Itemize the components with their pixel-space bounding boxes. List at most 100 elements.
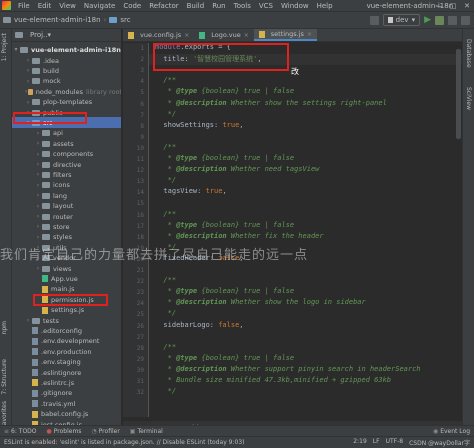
tree-item-utils[interactable]: › utils — [12, 242, 121, 253]
tree-item-layout[interactable]: › layout — [12, 201, 121, 212]
tree-item-styles[interactable]: › styles — [12, 232, 121, 243]
tree-item-src[interactable]: ▾ src — [12, 117, 121, 129]
debug-icon[interactable] — [435, 15, 444, 25]
code-line[interactable]: * @description Whether fix the header — [155, 232, 324, 243]
tree-item-gitignore[interactable]: .gitignore — [12, 388, 121, 399]
code-line[interactable]: */ — [155, 176, 176, 187]
tree-root[interactable]: ▾ vue-element-admin-i18n — [12, 44, 121, 55]
code-area[interactable]: module.exports = { title: '智慧校园管理系统', /*… — [155, 43, 455, 417]
project-view-select[interactable]: Proj..▾ — [30, 31, 51, 39]
tree-item-tests[interactable]: › tests — [12, 315, 121, 326]
tree-item-editorconfig[interactable]: .editorconfig — [12, 325, 121, 336]
tree-item-icons[interactable]: › icons — [12, 180, 121, 191]
code-line[interactable]: */ — [155, 309, 176, 320]
tree-item-public[interactable]: › public — [12, 107, 121, 118]
menu-vcs[interactable]: VCS — [255, 2, 277, 10]
menu-refactor[interactable]: Refactor — [145, 2, 182, 10]
tree-item-settings-js[interactable]: settings.js — [12, 305, 121, 316]
tree-item-store[interactable]: › store — [12, 221, 121, 232]
menu-file[interactable]: File — [14, 2, 34, 10]
menu-code[interactable]: Code — [119, 2, 145, 10]
menu-run[interactable]: Run — [208, 2, 229, 10]
code-line[interactable]: * @type {boolean} true | false — [155, 87, 294, 98]
tree-item-node-modules[interactable]: › node_modules library root — [12, 86, 121, 97]
code-line[interactable]: * @description Whether need tagsView — [155, 165, 320, 176]
npm-tool-tab[interactable]: npm — [1, 321, 8, 334]
editor-tab-logo-vue[interactable]: Logo.vue × — [194, 29, 254, 41]
tree-item-idea[interactable]: › .idea — [12, 55, 121, 66]
tree-item-vendor[interactable]: › vendor — [12, 253, 121, 264]
tree-item-travis-yml[interactable]: .travis.yml — [12, 398, 121, 409]
profiler-tool-button[interactable]: ◔ Profiler — [91, 428, 119, 435]
tree-item-eslintignore[interactable]: .eslintignore — [12, 367, 121, 378]
tree-item-views[interactable]: › views — [12, 263, 121, 274]
menu-build[interactable]: Build — [183, 2, 209, 10]
code-line[interactable]: * Bundle size minified 47.3kb,minified +… — [155, 376, 391, 387]
code-line[interactable]: * @type {boolean} true | false — [155, 287, 294, 298]
code-line[interactable]: * @type {boolean} true | false — [155, 354, 294, 365]
code-line[interactable]: /** — [155, 210, 176, 221]
tree-item-babel-config-js[interactable]: babel.config.js — [12, 409, 121, 420]
hammer-icon[interactable] — [369, 15, 379, 25]
tree-item-main-js[interactable]: main.js — [12, 284, 121, 295]
menu-window[interactable]: Window — [277, 2, 313, 10]
menu-view[interactable]: View — [55, 2, 80, 10]
code-line[interactable]: /** — [155, 76, 176, 87]
tree-item-env-staging[interactable]: .env.staging — [12, 357, 121, 368]
tree-item-api[interactable]: › api — [12, 128, 121, 139]
tree-item-plop-templates[interactable]: › plop-templates — [12, 97, 121, 108]
tree-item-filters[interactable]: › filters — [12, 169, 121, 180]
editor-tab-vue-config-js[interactable]: vue.config.js × — [123, 29, 194, 41]
todo-tool-button[interactable]: ≡ 6: TODO — [4, 428, 37, 435]
menu-edit[interactable]: Edit — [34, 2, 56, 10]
coverage-icon[interactable] — [448, 15, 457, 25]
menu-tools[interactable]: Tools — [230, 2, 255, 10]
status-message[interactable]: ESLint is enabled: 'eslint' is listed in… — [4, 439, 244, 446]
project-tool-tab[interactable]: 1: Project — [1, 33, 8, 61]
code-line[interactable]: tagsView: true, — [155, 187, 226, 198]
tree-item-components[interactable]: › components — [12, 149, 121, 160]
code-line[interactable]: /** — [155, 343, 176, 354]
line-separator[interactable]: LF — [373, 438, 380, 447]
code-line[interactable]: module.exports = { — [155, 43, 231, 54]
breadcrumb-project[interactable]: vue-element-admin-i18n — [0, 16, 104, 24]
database-tool-tab[interactable]: Database — [465, 39, 472, 68]
tree-item-lang[interactable]: › lang — [12, 190, 121, 201]
tree-item-permission-js[interactable]: permission.js — [12, 294, 121, 305]
close-icon[interactable]: × — [184, 32, 189, 39]
minimize-button[interactable]: — — [432, 0, 446, 12]
code-line[interactable]: /** — [155, 143, 176, 154]
menu-help[interactable]: Help — [313, 2, 337, 10]
tree-item-build[interactable]: › build — [12, 65, 121, 76]
event-log-button[interactable]: ◉ Event Log — [433, 428, 470, 435]
sciview-tool-tab[interactable]: SciView — [465, 87, 472, 110]
maximize-button[interactable]: □ — [446, 0, 460, 12]
code-line[interactable]: */ — [155, 387, 176, 398]
code-line[interactable]: fixedHeader: false, — [155, 254, 243, 265]
close-button[interactable]: ✕ — [460, 0, 474, 12]
editor-tab-settings-js[interactable]: settings.js × — [253, 29, 317, 41]
code-line[interactable]: sidebarLogo: false, — [155, 321, 243, 332]
code-line[interactable]: * @type {boolean} true | false — [155, 221, 294, 232]
tree-item-app-vue[interactable]: App.vue — [12, 273, 121, 284]
code-line[interactable]: * @type {boolean} true | false — [155, 154, 294, 165]
problems-tool-button[interactable]: ● Problems — [47, 428, 82, 435]
code-line[interactable]: * @description Whether show the settings… — [155, 99, 387, 110]
code-line[interactable]: */ — [155, 110, 176, 121]
tree-item-env-development[interactable]: .env.development — [12, 336, 121, 347]
code-line[interactable]: * @description Whether support pinyin se… — [155, 365, 421, 376]
caret-position[interactable]: 2:19 — [353, 438, 366, 447]
tree-item-mock[interactable]: › mock — [12, 76, 121, 87]
close-icon[interactable]: × — [244, 32, 249, 39]
code-line[interactable]: /** — [155, 276, 176, 287]
editor-scrollbar[interactable] — [456, 49, 461, 139]
tree-item-directive[interactable]: › directive — [12, 159, 121, 170]
run-icon[interactable]: ▶ — [424, 15, 431, 25]
search-icon[interactable] — [461, 15, 470, 25]
code-line[interactable]: showSettings: true, — [155, 121, 243, 132]
tree-item-eslintrc-js[interactable]: .eslintrc.js — [12, 377, 121, 388]
structure-tool-tab[interactable]: 7: Structure — [1, 359, 8, 395]
close-icon[interactable]: × — [307, 31, 312, 38]
code-line[interactable]: */ — [155, 243, 176, 254]
tree-item-env-production[interactable]: .env.production — [12, 346, 121, 357]
